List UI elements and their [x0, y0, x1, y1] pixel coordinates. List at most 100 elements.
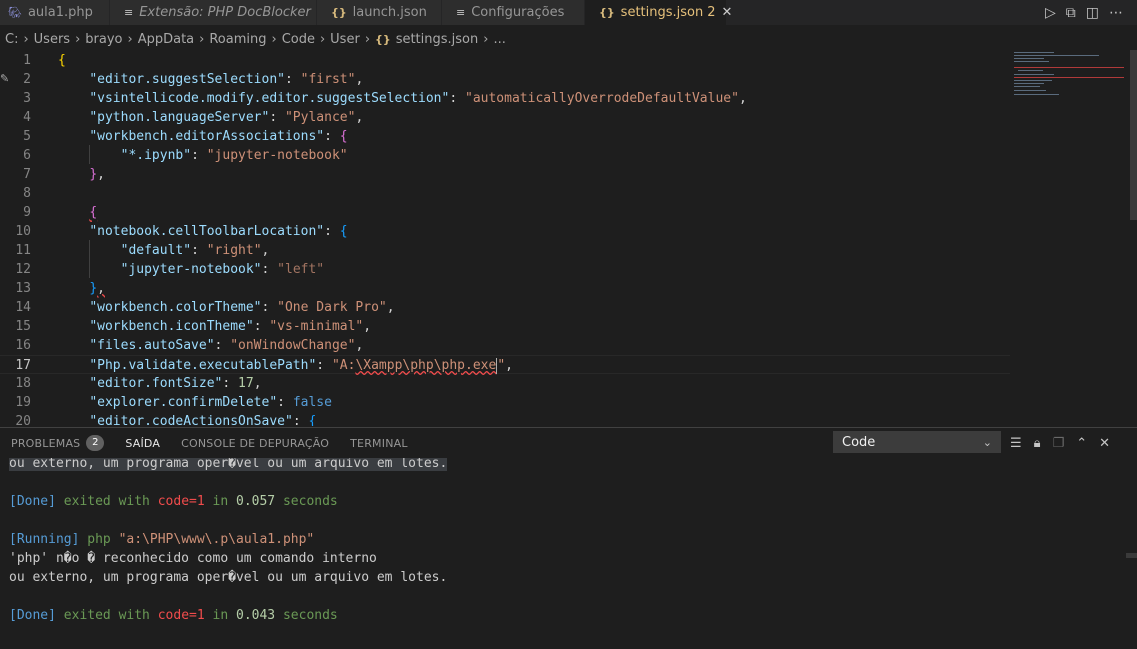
json-key: "Php.validate.executablePath" — [89, 358, 317, 373]
breadcrumb: C: › Users › brayo › AppData › Roaming › Code… — [0, 28, 1137, 50]
chevron-right-icon: › — [127, 31, 133, 47]
json-key: "python.languageServer" — [89, 110, 270, 125]
minimap-line — [1014, 61, 1049, 62]
tab-label: PROBLEMAS — [11, 436, 81, 450]
output-text: seconds — [275, 608, 338, 623]
current-code-line: 17 "Php.validate.executablePath": "A:\Xa… — [0, 355, 1010, 374]
json-key: "files.autoSave" — [89, 338, 215, 353]
filter-list-icon[interactable]: ☰ — [1010, 436, 1022, 451]
minimap-line — [1014, 52, 1054, 53]
tab-label: Configurações — [471, 5, 565, 20]
line-number: 17 — [15, 358, 31, 373]
tab-configuracoes[interactable]: ≡ Configurações — [442, 0, 585, 25]
minimap-line — [1018, 70, 1043, 71]
code-editor[interactable]: 1{ 2 "editor.suggestSelection": "first",… — [0, 50, 1137, 426]
tab-label: launch.json — [352, 5, 427, 20]
output-text: exited with — [55, 494, 158, 509]
breadcrumb-item[interactable]: ... — [493, 32, 505, 47]
minimap-line — [1014, 86, 1040, 87]
breadcrumb-item[interactable]: brayo — [85, 32, 122, 47]
code-line: 1{ — [0, 51, 1010, 70]
json-key: "explorer.confirmDelete" — [89, 395, 278, 410]
code-line: 2 "editor.suggestSelection": "first", — [0, 70, 1010, 89]
tab-label: TERMINAL — [350, 436, 408, 450]
clear-output-icon[interactable]: ❐ — [1053, 436, 1065, 451]
code-line: 6 "*.ipynb": "jupyter-notebook" — [0, 146, 1010, 165]
json-icon: {} — [331, 6, 347, 19]
breadcrumb-item[interactable]: Code — [282, 32, 315, 47]
code-line: 3 "vsintellicode.modify.editor.suggestSe… — [0, 89, 1010, 108]
json-value: "jupyter-notebook" — [206, 148, 348, 163]
minimap[interactable] — [1012, 50, 1127, 110]
line-number: 13 — [15, 281, 31, 296]
output-log[interactable]: ou externo, um programa oper�vel ou um a… — [9, 458, 1119, 648]
output-line: [Done] exited with code=1 in 0.043 secon… — [9, 606, 1119, 625]
exit-code: code=1 — [157, 608, 205, 623]
json-key: "editor.suggestSelection" — [89, 72, 285, 87]
line-number: 8 — [23, 186, 31, 201]
tab-label: settings.json — [620, 5, 704, 20]
json-key: "editor.fontSize" — [89, 376, 223, 391]
minimap-line — [1014, 90, 1046, 91]
open-settings-ui-icon[interactable]: ⧉ — [1066, 5, 1076, 21]
tab-launch-json[interactable]: {} launch.json — [317, 0, 442, 25]
output-line: [Running] php "a:\PHP\www\.p\aula1.php" — [9, 530, 1119, 549]
tab-aula1-php[interactable]: 🐘︎ aula1.php — [0, 0, 110, 25]
code-line: 8 — [0, 184, 1010, 203]
chevron-down-icon: ⌄ — [982, 436, 992, 449]
line-number: 19 — [15, 395, 31, 410]
code-line: 7 }, — [0, 165, 1010, 184]
json-key: "editor.codeActionsOnSave" — [89, 414, 293, 426]
code-line: 13 }, — [0, 279, 1010, 298]
json-value: "onWindowChange" — [230, 338, 356, 353]
panel-scrollbar-thumb[interactable] — [1126, 553, 1137, 558]
code-line: 9 { — [0, 203, 1010, 222]
scrollbar-thumb[interactable] — [1130, 50, 1137, 220]
more-actions-icon[interactable]: ⋯ — [1109, 5, 1123, 21]
line-number: 10 — [15, 224, 31, 239]
line-number: 5 — [23, 129, 31, 144]
chevron-right-icon: › — [271, 31, 277, 47]
lock-icon[interactable]: 🔒︎ — [1034, 436, 1041, 451]
chevron-right-icon: › — [483, 31, 489, 47]
output-text: ou externo, um programa oper�vel ou um a… — [9, 458, 448, 471]
tab-debug-console[interactable]: CONSOLE DE DEPURAÇÃO — [181, 437, 329, 450]
json-key: "jupyter-notebook" — [120, 262, 262, 277]
json-key: "workbench.editorAssociations" — [89, 129, 325, 144]
breadcrumb-item[interactable]: settings.json — [396, 32, 479, 47]
line-number: 9 — [23, 205, 31, 220]
line-number: 11 — [15, 243, 31, 258]
editor-scrollbar[interactable] — [1130, 50, 1137, 426]
breadcrumb-item[interactable]: C: — [5, 32, 18, 47]
close-icon[interactable]: ✕ — [722, 5, 733, 20]
code-line: 10 "notebook.cellToolbarLocation": { — [0, 222, 1010, 241]
minimap-line — [1014, 83, 1044, 84]
line-number: 20 — [15, 414, 31, 426]
output-text: exited with — [55, 608, 158, 623]
breadcrumb-item[interactable]: User — [330, 32, 360, 47]
tab-problems[interactable]: PROBLEMAS 2 — [11, 435, 105, 451]
line-number: 18 — [15, 376, 31, 391]
output-text: php — [79, 532, 119, 547]
line-number: 6 — [23, 148, 31, 163]
json-value: "first" — [300, 72, 356, 87]
elapsed-seconds: 0.043 — [236, 608, 276, 623]
tab-terminal[interactable]: TERMINAL — [350, 437, 408, 450]
run-icon[interactable]: ▷ — [1045, 5, 1056, 21]
tab-settings-json[interactable]: {} settings.json 2 ✕ — [585, 0, 732, 25]
tab-extension-php-docblocker[interactable]: ≡ Extensão: PHP DocBlocker — [110, 0, 317, 25]
breadcrumb-item[interactable]: AppData — [138, 32, 194, 47]
minimap-error-line — [1014, 77, 1124, 78]
maximize-panel-icon[interactable]: ⌃ — [1076, 436, 1087, 451]
split-editor-icon[interactable]: ◫ — [1086, 5, 1099, 21]
output-text: in — [204, 494, 236, 509]
close-panel-icon[interactable]: ✕ — [1099, 436, 1110, 451]
code-line: 4 "python.languageServer": "Pylance", — [0, 108, 1010, 127]
code-line: 11 "default": "right", — [0, 241, 1010, 260]
tab-output[interactable]: SAÍDA — [125, 437, 160, 450]
breadcrumb-item[interactable]: Roaming — [209, 32, 266, 47]
breadcrumb-item[interactable]: Users — [34, 32, 70, 47]
done-tag: [Done] — [9, 608, 56, 623]
output-channel-select[interactable]: Code ⌄ — [833, 431, 1001, 453]
